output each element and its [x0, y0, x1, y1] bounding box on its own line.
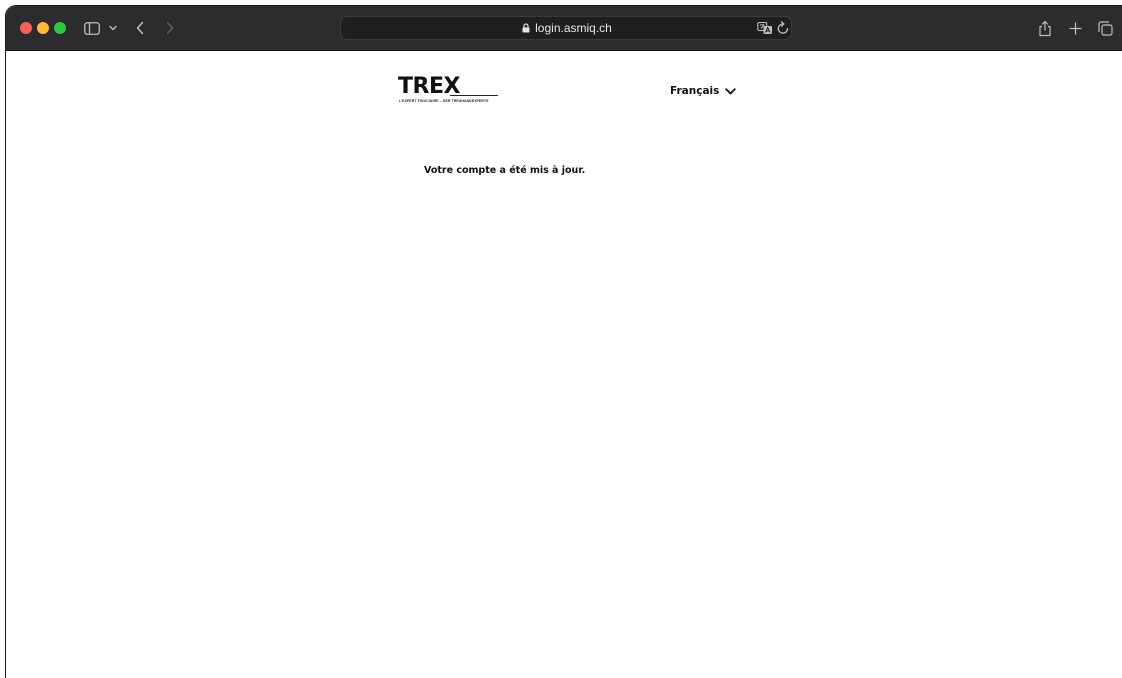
web-page: TREX L'EXPERT FIDUCIAIRE – DER TREUHANDE…: [6, 51, 1122, 678]
url-text: login.asmiq.ch: [535, 21, 612, 35]
account-updated-message: Votre compte a été mis à jour.: [424, 165, 586, 176]
new-tab-button[interactable]: [1064, 6, 1086, 50]
back-button[interactable]: [130, 6, 150, 50]
share-button[interactable]: [1034, 6, 1056, 50]
browser-toolbar: login.asmiq.ch: [6, 6, 1122, 51]
maximize-window-button[interactable]: [54, 22, 66, 34]
share-icon: [1039, 20, 1051, 36]
address-bar-content: login.asmiq.ch: [341, 17, 793, 39]
address-bar[interactable]: login.asmiq.ch: [340, 16, 792, 40]
language-selector[interactable]: Français: [670, 83, 737, 99]
sidebar-toggle-button[interactable]: [82, 6, 102, 50]
logo-rule: [450, 95, 498, 96]
tab-overview-icon: [1097, 20, 1113, 36]
minimize-window-button[interactable]: [37, 22, 49, 34]
translate-icon[interactable]: [757, 20, 773, 36]
forward-button[interactable]: [160, 6, 180, 50]
chevron-left-icon: [136, 21, 144, 35]
lock-icon: [522, 23, 530, 33]
close-window-button[interactable]: [20, 22, 32, 34]
chevron-right-icon: [166, 21, 174, 35]
sidebar-menu-button[interactable]: [106, 6, 120, 50]
browser-window: login.asmiq.ch TREX L'EXPERT FIDUCIAIRE …: [6, 6, 1122, 678]
plus-icon: [1068, 21, 1082, 35]
trex-logo[interactable]: TREX L'EXPERT FIDUCIAIRE – DER TREUHANDE…: [398, 75, 508, 105]
chevron-down-icon: [109, 25, 117, 31]
language-label: Français: [670, 85, 720, 97]
chevron-down-icon: [725, 87, 737, 95]
reload-icon[interactable]: [776, 20, 790, 36]
logo-tagline: L'EXPERT FIDUCIAIRE – DER TREUHANDEXPERT…: [399, 99, 489, 103]
sidebar-icon: [84, 21, 100, 35]
tab-overview-button[interactable]: [1094, 6, 1116, 50]
